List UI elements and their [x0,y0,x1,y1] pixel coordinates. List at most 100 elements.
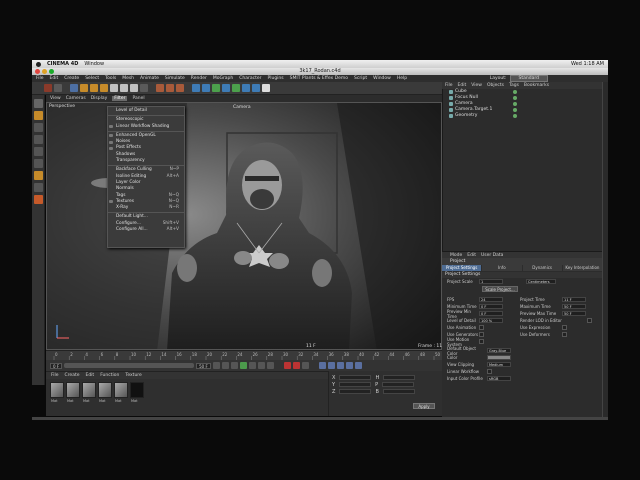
key-pla-icon[interactable] [354,362,362,369]
color-profile-select[interactable]: sRGB [487,376,511,381]
project-scale-field[interactable]: 1 [479,279,503,284]
coord-field[interactable] [383,375,416,380]
viewport-menu-display[interactable]: Display [91,96,108,101]
visibility-dot-icon[interactable] [513,102,517,106]
make-editable-icon[interactable] [33,99,43,108]
z-axis-icon[interactable] [130,84,138,92]
viewport-menu-panel[interactable]: Panel [132,96,144,101]
linear-workflow-checkbox[interactable] [487,369,492,374]
material-menu-function[interactable]: Function [100,373,119,378]
coord-field[interactable] [339,375,372,380]
use-expression-checkbox[interactable] [562,325,567,330]
start-frame-field[interactable]: 0 F [50,362,63,369]
attr-menu-user-data[interactable]: User Data [481,253,503,258]
viewport-menu-view[interactable]: View [50,96,61,101]
menu-item[interactable]: Simulate [165,76,185,81]
use-deformers-checkbox[interactable] [562,332,567,337]
key-position-icon[interactable] [318,362,326,369]
spline-icon[interactable] [202,84,210,92]
menu-item[interactable]: SMIT Plants & Effex Demo [290,76,348,81]
keyframe-selection-icon[interactable] [301,362,309,369]
tab-key-interpolation[interactable]: Key Interpolation [562,265,602,271]
viewport[interactable] [46,102,442,350]
attr-menu-mode[interactable]: Mode [450,253,462,258]
move-icon[interactable] [80,84,88,92]
model-mode-icon[interactable] [33,111,43,120]
menu-item[interactable]: Script [354,76,367,81]
deformer-icon[interactable] [232,84,240,92]
material-swatch[interactable]: Mat [50,382,64,403]
nurbs-icon[interactable] [212,84,220,92]
tab-info[interactable]: Info [482,265,522,271]
material-menu-create[interactable]: Create [65,373,80,378]
goto-start-icon[interactable] [212,362,220,369]
material-swatch[interactable]: Mat [82,382,96,403]
record-icon[interactable] [283,362,291,369]
array-icon[interactable] [222,84,230,92]
prev-key-icon[interactable] [221,362,229,369]
timeline-ruler[interactable]: 0 2 4 6 8 10 12 14 16 18 20 22 24 26 28 30 32 34 36 38 40 42 4… [46,350,442,361]
preview-max-field[interactable]: 50 F [562,311,586,316]
menu-item[interactable]: Animate [140,76,159,81]
coord-field[interactable] [382,382,415,387]
filter-menu-item[interactable]: Level of Detail [108,108,184,114]
use-generators-checkbox[interactable] [479,332,484,337]
polygons-mode-icon[interactable] [33,159,43,168]
zoom-icon[interactable] [49,69,54,74]
visibility-dot-icon[interactable] [513,96,517,100]
visibility-dot-icon[interactable] [513,108,517,112]
render-lod-checkbox[interactable] [587,318,592,323]
coord-system-icon[interactable] [140,84,148,92]
viewport-menu-filter[interactable]: Filter [112,96,128,101]
object-menu-file[interactable]: File [445,83,453,88]
points-mode-icon[interactable] [33,135,43,144]
autokey-icon[interactable] [292,362,300,369]
max-time-field[interactable]: 50 F [562,304,586,309]
object-row[interactable]: Geometry [443,113,602,119]
tab-project-settings[interactable]: Project Settings [442,265,482,271]
color-swatch[interactable] [487,355,511,360]
end-frame-field[interactable]: 50 F [196,362,211,369]
menu-item[interactable]: Window [373,76,391,81]
viewport-menu-cameras[interactable]: Cameras [66,96,86,101]
object-menu-view[interactable]: View [471,83,482,88]
view-clipping-select[interactable]: Medium [487,362,511,367]
axis-mode-icon[interactable] [33,171,43,180]
camera-icon[interactable] [252,84,260,92]
use-animation-checkbox[interactable] [479,325,484,330]
coord-field[interactable] [339,382,372,387]
default-color-select[interactable]: Gray-Blue [487,348,511,353]
menu-item[interactable]: Help [397,76,407,81]
mac-menu-window[interactable]: Window [84,61,104,67]
key-rotation-icon[interactable] [336,362,344,369]
material-swatch[interactable]: Mat [98,382,112,403]
close-icon[interactable] [35,69,40,74]
visibility-dot-icon[interactable] [513,114,517,118]
apple-icon[interactable] [36,61,41,67]
menu-item[interactable]: Create [64,76,79,81]
texture-mode-icon[interactable] [33,123,43,132]
menu-item[interactable]: Character [239,76,261,81]
menu-item[interactable]: Tools [105,76,116,81]
menu-item[interactable]: Edit [50,76,59,81]
apply-button[interactable]: Apply [413,403,435,409]
light-icon[interactable] [262,84,270,92]
play-icon[interactable] [239,362,247,369]
redo-icon[interactable] [54,84,62,92]
object-menu-objects[interactable]: Objects [487,83,504,88]
tab-dynamics[interactable]: Dynamics [522,265,562,271]
render-settings-icon[interactable] [176,84,184,92]
lod-field[interactable]: 100 % [479,318,503,323]
select-icon[interactable] [70,84,78,92]
render-picture-icon[interactable] [166,84,174,92]
x-axis-icon[interactable] [110,84,118,92]
material-swatch[interactable]: Mat [114,382,128,403]
key-parameter-icon[interactable] [345,362,353,369]
fps-field[interactable]: 24 [479,297,503,302]
y-axis-icon[interactable] [120,84,128,92]
material-menu-file[interactable]: File [51,373,59,378]
attr-menu-edit[interactable]: Edit [467,253,476,258]
filter-menu-item[interactable]: Transparency [108,158,184,164]
material-menu-texture[interactable]: Texture [125,373,141,378]
filter-menu-item[interactable]: X-Ray N~R [108,205,184,211]
